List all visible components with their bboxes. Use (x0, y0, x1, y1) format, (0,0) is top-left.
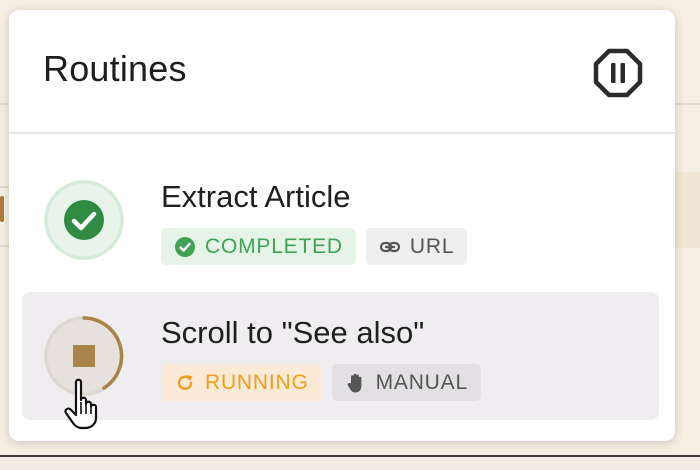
routines-panel: Routines Extract Article COMPLETED URL S… (9, 10, 675, 441)
status-label: COMPLETED (205, 234, 343, 258)
trigger-label: MANUAL (375, 370, 468, 394)
routine-name: Extract Article (161, 179, 351, 214)
routine-name: Scroll to "See also" (161, 315, 425, 350)
panel-title: Routines (43, 48, 187, 89)
background-panel-strip (672, 172, 700, 248)
hand-pointer-cursor-icon (64, 378, 98, 430)
trigger-badge-manual: MANUAL (331, 364, 481, 401)
status-label: RUNNING (205, 370, 309, 394)
status-badge-completed: COMPLETED (161, 228, 356, 265)
completed-status-indicator (42, 178, 126, 262)
check-circle-icon (44, 180, 124, 260)
hand-icon (347, 373, 362, 392)
pause-all-button[interactable] (593, 48, 643, 98)
check-circle-icon (175, 236, 195, 257)
trigger-label: URL (409, 234, 455, 258)
stop-icon (73, 345, 95, 367)
link-icon (379, 241, 400, 252)
routine-item-extract-article[interactable]: Extract Article COMPLETED URL (22, 156, 659, 284)
routine-badges: COMPLETED URL (161, 228, 468, 265)
refresh-icon (177, 374, 193, 390)
background-text-fragment (0, 196, 4, 222)
status-badge-running: RUNNING (161, 364, 322, 401)
routine-item-scroll-to-see-also[interactable]: Scroll to "See also" RUNNING MANUAL (22, 292, 659, 420)
pause-circle-icon (593, 48, 643, 98)
routine-badges: RUNNING MANUAL (161, 364, 481, 401)
panel-header: Routines (9, 10, 675, 134)
trigger-badge-url: URL (365, 228, 468, 265)
